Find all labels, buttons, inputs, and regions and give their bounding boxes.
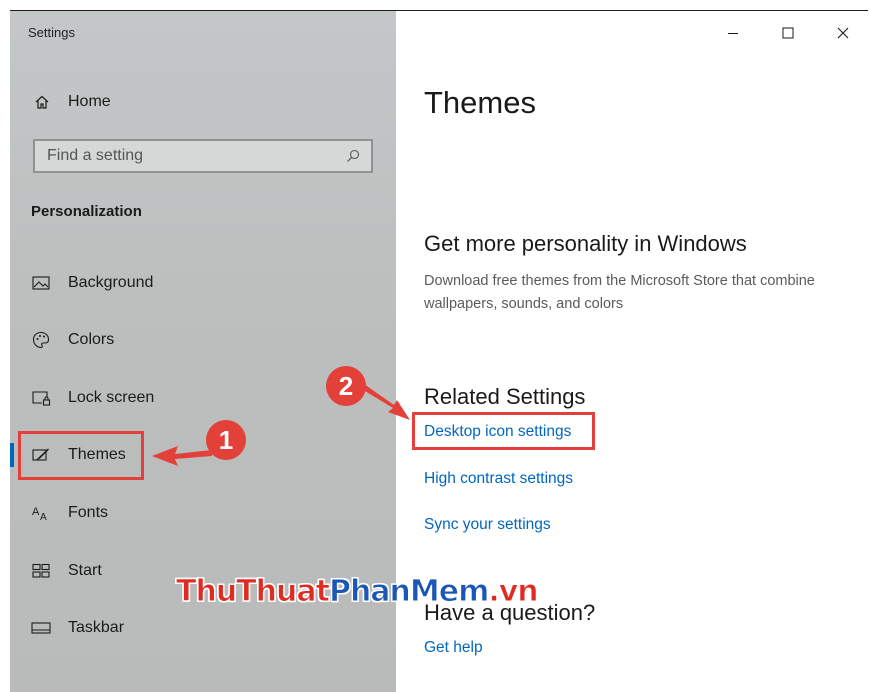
sidebar-item-label: Colors (68, 331, 115, 348)
app-title: Settings (28, 25, 75, 40)
watermark: ThuThuatPhanMem.vn (176, 574, 540, 610)
image-icon (30, 272, 52, 294)
sync-settings-link[interactable]: Sync your settings (424, 516, 551, 534)
get-help-link[interactable]: Get help (424, 639, 483, 657)
home-nav-item[interactable]: Home (32, 91, 111, 113)
search-box[interactable] (33, 139, 373, 173)
watermark-part-2: PhanMem (328, 574, 489, 610)
window-controls (705, 11, 870, 55)
svg-text:A: A (32, 506, 40, 518)
taskbar-icon (30, 617, 52, 639)
minimize-icon (727, 33, 738, 34)
step-2-badge: 2 (326, 366, 366, 406)
palette-icon (30, 329, 52, 351)
sidebar-item-label: Background (68, 274, 154, 291)
lock-screen-icon (30, 387, 52, 409)
page-title: Themes (424, 85, 536, 120)
watermark-part-3: .vn (488, 574, 539, 610)
sidebar-item-label: Fonts (68, 504, 109, 521)
window-frame-left (0, 0, 10, 692)
section-title: Personalization (31, 203, 142, 220)
desktop-icon-highlight-box (412, 412, 595, 450)
sidebar-item-label: Start (68, 562, 102, 579)
minimize-button[interactable] (705, 11, 760, 55)
sidebar-item-label: Taskbar (68, 619, 125, 636)
fonts-icon: AA (30, 502, 52, 524)
maximize-icon (782, 27, 793, 39)
start-icon (30, 560, 52, 582)
themes-highlight-box (18, 431, 144, 480)
home-icon (32, 92, 52, 112)
sidebar-item-taskbar[interactable]: Taskbar (10, 608, 396, 648)
personality-heading: Get more personality in Windows (424, 231, 747, 256)
watermark-part-1: ThuThuat (176, 574, 331, 610)
close-button[interactable] (815, 11, 870, 55)
search-input[interactable] (45, 146, 329, 166)
maximize-button[interactable] (760, 11, 815, 55)
personality-description: Download free themes from the Microsoft … (424, 273, 815, 312)
sidebar-item-label: Lock screen (68, 389, 155, 406)
sidebar-item-colors[interactable]: Colors (10, 320, 396, 360)
svg-text:A: A (40, 512, 47, 521)
sidebar-item-background[interactable]: Background (10, 263, 396, 303)
home-label: Home (68, 93, 111, 110)
step-1-badge: 1 (206, 420, 246, 460)
close-icon (837, 27, 848, 39)
search-icon[interactable] (345, 148, 361, 164)
high-contrast-settings-link[interactable]: High contrast settings (424, 470, 573, 488)
window-frame-top (0, 0, 870, 10)
sidebar-item-fonts[interactable]: AA Fonts (10, 493, 396, 533)
related-settings-heading: Related Settings (424, 384, 586, 409)
